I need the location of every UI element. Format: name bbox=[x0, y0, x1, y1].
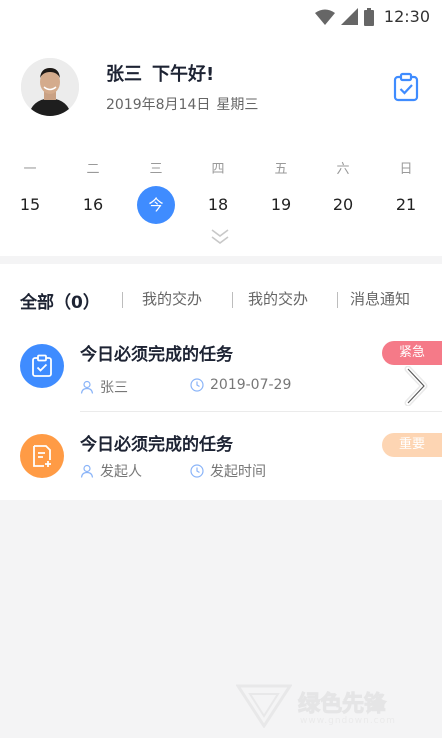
date-line: 2019年8月14日 星期三 bbox=[106, 94, 258, 114]
day-cell[interactable]: 18 bbox=[195, 186, 241, 224]
watermark-text: 绿色先锋 bbox=[297, 692, 387, 718]
task-date-value: 发起时间 bbox=[210, 464, 266, 480]
current-date: 2019年8月14日 bbox=[106, 97, 211, 113]
urgent-badge: 紧急 bbox=[382, 341, 442, 365]
tab-all[interactable]: 全部（0） bbox=[20, 288, 100, 313]
task-item[interactable]: 今日必须完成的任务 发起人 发起时间 重要 bbox=[0, 416, 442, 500]
weekday-label: 二 bbox=[86, 162, 100, 177]
important-badge: 重要 bbox=[382, 433, 442, 457]
tab-divider bbox=[122, 292, 123, 308]
task-date-value: 2019-07-29 bbox=[210, 377, 292, 393]
day-cell-today[interactable]: 今 bbox=[137, 186, 175, 224]
avatar[interactable] bbox=[21, 58, 79, 116]
greeting: 张三 下午好! bbox=[106, 60, 214, 86]
status-time: 12:30 bbox=[383, 7, 430, 26]
status-bar: 12:30 bbox=[0, 0, 442, 34]
task-divider bbox=[80, 411, 442, 412]
weekday-label: 日 bbox=[399, 162, 413, 177]
signal-icon bbox=[340, 8, 358, 25]
tab-my-assigned-2[interactable]: 我的交办 bbox=[248, 288, 308, 309]
task-person: 发起人 bbox=[80, 461, 142, 481]
expand-calendar-icon[interactable] bbox=[209, 228, 231, 246]
task-panel: 全部（0） 我的交办 我的交办 消息通知 今日必须完成的任务 张三 2019-0… bbox=[0, 264, 442, 500]
document-add-icon bbox=[20, 434, 64, 478]
day-cell[interactable]: 20 bbox=[320, 186, 366, 224]
status-icons: 12:30 bbox=[314, 7, 430, 26]
task-date: 2019-07-29 bbox=[190, 377, 291, 393]
weekday-label: 四 bbox=[211, 162, 225, 177]
task-date: 发起时间 bbox=[190, 461, 266, 481]
tab-bar: 全部（0） 我的交办 我的交办 消息通知 bbox=[0, 288, 442, 313]
day-cell[interactable]: 16 bbox=[70, 186, 116, 224]
task-title: 今日必须完成的任务 bbox=[80, 345, 233, 365]
tab-notifications[interactable]: 消息通知 bbox=[350, 288, 410, 309]
weekday-label: 六 bbox=[336, 162, 350, 177]
clock-icon bbox=[190, 378, 204, 392]
task-person-name: 张三 bbox=[100, 380, 128, 396]
greeting-text: 下午好! bbox=[152, 64, 215, 85]
weekday-label: 五 bbox=[274, 162, 288, 177]
weekday-label: 一 bbox=[23, 162, 37, 177]
day-cell[interactable]: 21 bbox=[383, 186, 429, 224]
watermark-url: www.gndown.com bbox=[300, 716, 396, 726]
weekday-label: 三 bbox=[149, 162, 163, 177]
tab-divider bbox=[337, 292, 338, 308]
task-person: 张三 bbox=[80, 377, 128, 397]
avatar-photo bbox=[21, 58, 79, 116]
task-title: 今日必须完成的任务 bbox=[80, 435, 233, 455]
watermark-logo-icon bbox=[235, 684, 293, 729]
chevron-right-icon[interactable] bbox=[402, 366, 430, 406]
tab-my-assigned[interactable]: 我的交办 bbox=[142, 288, 202, 309]
clipboard-check-icon bbox=[20, 344, 64, 388]
task-item[interactable]: 今日必须完成的任务 张三 2019-07-29 紧急 bbox=[0, 326, 442, 410]
watermark: 绿色先锋 www.gndown.com bbox=[235, 684, 436, 732]
day-cell[interactable]: 15 bbox=[7, 186, 53, 224]
tab-divider bbox=[232, 292, 233, 308]
header: 张三 下午好! 2019年8月14日 星期三 一 二 三 四 五 六 日 15 16… bbox=[0, 34, 442, 256]
current-weekday: 星期三 bbox=[216, 97, 259, 113]
wifi-icon bbox=[314, 9, 335, 25]
clock-icon bbox=[190, 464, 204, 478]
user-name: 张三 bbox=[106, 64, 142, 85]
task-person-name: 发起人 bbox=[100, 464, 142, 480]
person-icon bbox=[80, 380, 94, 394]
day-cell[interactable]: 19 bbox=[258, 186, 304, 224]
clipboard-check-icon[interactable] bbox=[392, 72, 420, 102]
person-icon bbox=[80, 464, 94, 478]
battery-icon bbox=[363, 7, 374, 26]
